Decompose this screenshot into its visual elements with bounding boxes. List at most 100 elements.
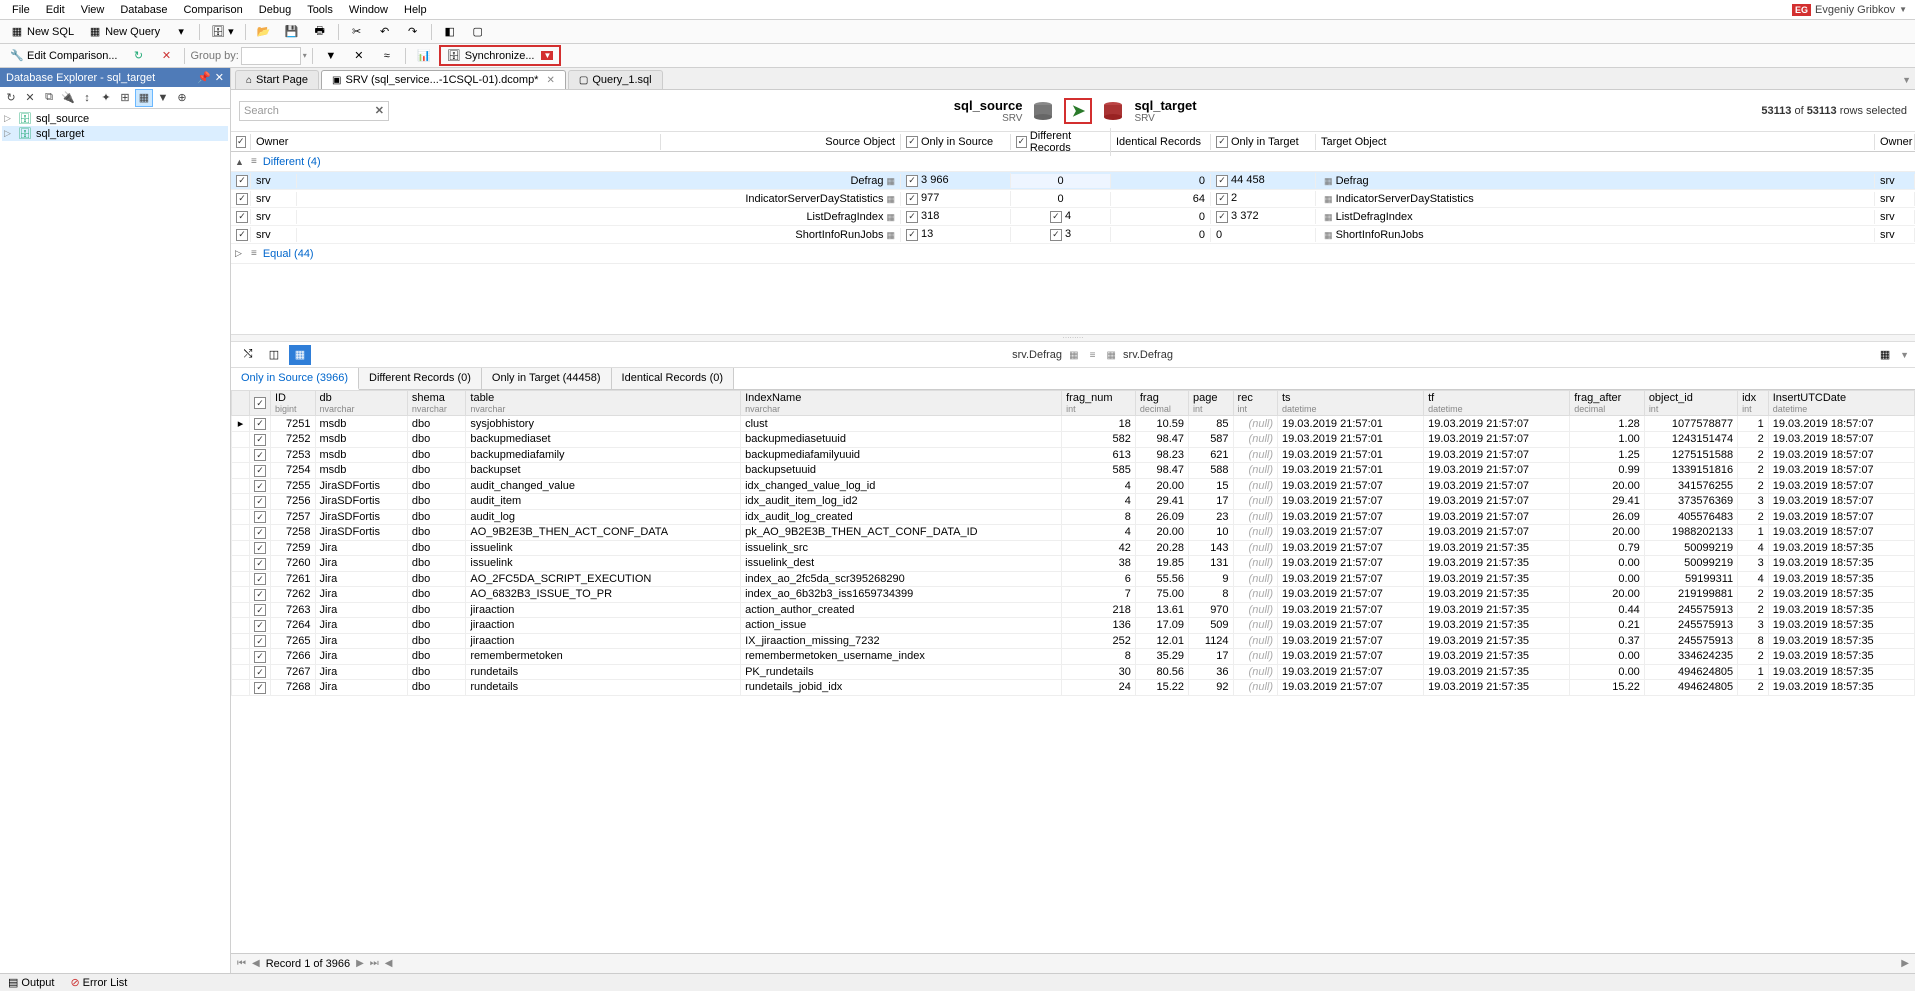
nav-last-icon[interactable]: ⏭: [370, 958, 379, 969]
col-db[interactable]: dbnvarchar: [315, 391, 407, 416]
comparison-row[interactable]: ✓srvListDefragIndex▦✓ 318✓ 40✓ 3 372▦ Li…: [231, 208, 1915, 226]
new-sql-button[interactable]: ▦New SQL: [4, 22, 80, 42]
tree-node-target[interactable]: ▷ 🗄 sql_target: [2, 126, 228, 141]
expand-icon[interactable]: ▷: [4, 113, 14, 124]
expand-icon[interactable]: ▷: [235, 248, 245, 259]
chk[interactable]: ✓: [1050, 211, 1062, 223]
row-checkbox[interactable]: ✓: [250, 618, 271, 634]
search-input[interactable]: Search ✕: [239, 101, 389, 121]
col-owner-right[interactable]: Owner: [1875, 134, 1915, 150]
col-IndexName[interactable]: IndexNamenvarchar: [741, 391, 1062, 416]
data-row[interactable]: ✓7262JiradboAO_6832B3_ISSUE_TO_PRindex_a…: [232, 587, 1915, 603]
nav-end-icon[interactable]: ◀: [385, 958, 393, 969]
row-checkbox[interactable]: ✓: [250, 432, 271, 448]
menu-edit[interactable]: Edit: [38, 2, 73, 18]
error-list-tab[interactable]: ⊘Error List: [66, 976, 131, 989]
chk[interactable]: ✓: [906, 175, 918, 187]
col-rec[interactable]: recint: [1233, 391, 1277, 416]
row-checkbox[interactable]: ✓: [250, 447, 271, 463]
row-checkbox[interactable]: ✓: [250, 509, 271, 525]
row-checkbox[interactable]: ✓: [250, 463, 271, 479]
data-row[interactable]: ✓7268Jiradborundetailsrundetails_jobid_i…: [232, 680, 1915, 696]
expand-icon[interactable]: ▷: [4, 128, 14, 139]
menu-debug[interactable]: Debug: [251, 2, 299, 18]
chart-button[interactable]: 📊: [411, 46, 437, 66]
data-row[interactable]: ✓7260Jiradboissuelinkissuelink_dest3819.…: [232, 556, 1915, 572]
filter-a[interactable]: ▼: [318, 46, 344, 66]
col-owner[interactable]: Owner: [251, 134, 661, 150]
menu-view[interactable]: View: [73, 2, 113, 18]
col-frag_num[interactable]: frag_numint: [1062, 391, 1136, 416]
comparison-row[interactable]: ✓srvShortInfoRunJobs▦✓ 13✓ 300▦ ShortInf…: [231, 226, 1915, 244]
details-tab[interactable]: Identical Records (0): [612, 368, 735, 389]
edit-comparison-button[interactable]: 🔧Edit Comparison...: [4, 46, 123, 66]
data-row[interactable]: ✓7263Jiradbojiraactionaction_author_crea…: [232, 602, 1915, 618]
view-swap-button[interactable]: ⤭: [237, 345, 259, 365]
object-view-icon[interactable]: ▦: [135, 89, 153, 107]
output-tab[interactable]: ▤Output: [4, 976, 58, 989]
wand-icon[interactable]: ✦: [97, 89, 115, 107]
col-target-object[interactable]: Target Object: [1316, 134, 1875, 150]
close-icon[interactable]: ✕: [546, 75, 554, 86]
splitter[interactable]: ⋯⋯⋯: [231, 334, 1915, 342]
row-checkbox[interactable]: ✓: [236, 211, 248, 223]
row-checkbox[interactable]: ✓: [250, 602, 271, 618]
data-row[interactable]: ✓7252msdbdbobackupmediasetbackupmediaset…: [232, 432, 1915, 448]
close-icon[interactable]: ✕: [215, 71, 224, 84]
row-checkbox[interactable]: ✓: [250, 416, 271, 432]
col-ts[interactable]: tsdatetime: [1278, 391, 1424, 416]
refresh-button[interactable]: ↻: [125, 46, 151, 66]
col-frag_after[interactable]: frag_afterdecimal: [1570, 391, 1645, 416]
row-checkbox[interactable]: ✓: [250, 556, 271, 572]
print-button[interactable]: 🖶: [307, 22, 333, 42]
nav-next-icon[interactable]: ▶: [356, 958, 364, 969]
details-tab[interactable]: Only in Target (44458): [482, 368, 612, 389]
data-row[interactable]: ✓7255JiraSDFortisdboaudit_changed_valuei…: [232, 478, 1915, 494]
data-row[interactable]: ▸✓7251msdbdbosysjobhistoryclust1810.5985…: [232, 416, 1915, 432]
nav-prev-icon[interactable]: ◀: [252, 958, 260, 969]
select-all-checkbox[interactable]: ✓: [236, 136, 246, 148]
chk[interactable]: ✓: [906, 193, 918, 205]
filter-icon[interactable]: ↕: [78, 89, 96, 107]
row-checkbox[interactable]: ✓: [250, 680, 271, 696]
col-InsertUTCDate[interactable]: InsertUTCDatedatetime: [1768, 391, 1914, 416]
row-checkbox[interactable]: ✓: [236, 229, 248, 241]
row-checkbox[interactable]: ✓: [250, 494, 271, 510]
redo-button[interactable]: ↷: [400, 22, 426, 42]
col-identical[interactable]: Identical Records: [1111, 134, 1211, 150]
tool-b[interactable]: ▢: [465, 22, 491, 42]
sync-direction-button[interactable]: ➤: [1064, 98, 1092, 124]
menu-file[interactable]: File: [4, 2, 38, 18]
new-query-button[interactable]: ▦New Query: [82, 22, 166, 42]
document-tab[interactable]: ⌂Start Page: [235, 70, 319, 89]
data-row[interactable]: ✓7261JiradboAO_2FC5DA_SCRIPT_EXECUTIONin…: [232, 571, 1915, 587]
chk[interactable]: ✓: [906, 229, 918, 241]
col-shema[interactable]: shemanvarchar: [407, 391, 466, 416]
filter-c[interactable]: ≈: [374, 46, 400, 66]
menu-tools[interactable]: Tools: [299, 2, 341, 18]
row-checkbox[interactable]: ✓: [250, 649, 271, 665]
data-row[interactable]: ✓7254msdbdbobackupsetbackupsetuuid58598.…: [232, 463, 1915, 479]
chk[interactable]: ✓: [1216, 211, 1228, 223]
row-checkbox[interactable]: ✓: [250, 633, 271, 649]
tree-icon[interactable]: ⊞: [116, 89, 134, 107]
group-by-input[interactable]: [241, 47, 301, 65]
col-idx[interactable]: idxint: [1738, 391, 1769, 416]
clear-icon[interactable]: ✕: [375, 104, 384, 117]
comparison-row[interactable]: ✓srvIndicatorServerDayStatistics▦✓ 97706…: [231, 190, 1915, 208]
delete-icon[interactable]: ✕: [21, 89, 39, 107]
chk[interactable]: ✓: [906, 211, 918, 223]
group-equal[interactable]: ▷ ≡ Equal (44): [231, 244, 1915, 264]
row-checkbox[interactable]: ✓: [236, 175, 248, 187]
data-row[interactable]: ✓7267JiradborundetailsPK_rundetails3080.…: [232, 664, 1915, 680]
row-checkbox[interactable]: ✓: [250, 571, 271, 587]
db-picker[interactable]: 🗄▾: [205, 22, 240, 42]
col-select[interactable]: ✓: [250, 391, 271, 416]
sort-icon[interactable]: ⊕: [173, 89, 191, 107]
save-button[interactable]: 💾: [279, 22, 305, 42]
menu-window[interactable]: Window: [341, 2, 396, 18]
chk[interactable]: ✓: [1216, 175, 1228, 187]
filter-b[interactable]: ✕: [346, 46, 372, 66]
col-only-target[interactable]: ✓Only in Target: [1211, 134, 1316, 150]
col-ID[interactable]: IDbigint: [271, 391, 316, 416]
